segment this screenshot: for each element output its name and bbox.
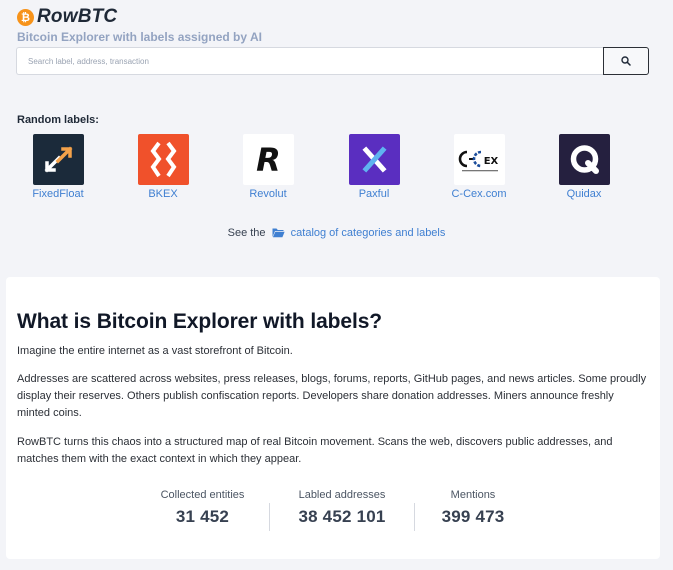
catalog-line: See the catalog of categories and labels [0,227,673,239]
ccex-logo-icon: EX [453,134,505,185]
site-header: ₿ RowBTC Bitcoin Explorer with labels as… [17,6,262,44]
tagline: Bitcoin Explorer with labels assigned by… [17,30,262,44]
search-input[interactable] [16,47,603,75]
stat-value: 399 473 [441,507,505,526]
brand-name: RowBTC [37,6,118,27]
folder-icon [272,228,285,238]
label-item-bkex[interactable]: BKEX [118,134,208,200]
search-icon [621,56,631,66]
fixedfloat-logo-icon [32,134,84,185]
label-name: BKEX [148,188,178,200]
about-title: What is Bitcoin Explorer with labels? [17,310,383,333]
stat-value: 31 452 [175,507,230,526]
stat-mentions: Mentions 399 473 [415,489,531,527]
search-bar [16,47,649,75]
random-labels-list: FixedFloat BKEX R Revolut Paxful EX C-Ce… [0,134,673,204]
label-item-ccex[interactable]: EX C-Cex.com [434,134,524,200]
label-name: C-Cex.com [451,188,507,200]
paxful-logo-icon [348,134,400,185]
about-card: What is Bitcoin Explorer with labels? Im… [6,277,660,559]
search-button[interactable] [603,47,649,75]
stat-value: 38 452 101 [298,507,386,526]
revolut-logo-icon: R [242,134,294,185]
label-item-fixedfloat[interactable]: FixedFloat [13,134,103,200]
label-name: Revolut [249,188,287,200]
stat-labeled-addresses: Labled addresses 38 452 101 [270,489,414,527]
stat-label: Mentions [450,489,496,501]
random-labels-title: Random labels: [17,114,99,126]
catalog-prefix: See the [227,227,266,239]
label-name: Paxful [358,188,390,200]
label-name: Quidax [566,188,602,200]
stat-collected-entities: Collected entities 31 452 [136,489,269,527]
stats-row: Collected entities 31 452 Labled address… [136,489,531,531]
stat-label: Collected entities [160,489,245,501]
svg-text:R: R [256,141,281,179]
about-paragraph-2: Addresses are scattered across websites,… [17,373,647,419]
label-item-revolut[interactable]: R Revolut [223,134,313,200]
svg-text:EX: EX [483,156,498,167]
quidax-logo-icon [558,134,610,185]
catalog-link[interactable]: catalog of categories and labels [291,227,446,239]
label-item-paxful[interactable]: Paxful [329,134,419,200]
label-name: FixedFloat [32,188,84,200]
bitcoin-icon: ₿ [17,8,34,26]
about-paragraph-3: RowBTC turns this chaos into a structure… [17,436,613,465]
label-item-quidax[interactable]: Quidax [539,134,629,200]
stat-label: Labled addresses [298,489,386,501]
bkex-logo-icon [137,134,189,185]
about-paragraph-1: Imagine the entire internet as a vast st… [17,345,293,357]
logo[interactable]: ₿ RowBTC [17,6,262,28]
